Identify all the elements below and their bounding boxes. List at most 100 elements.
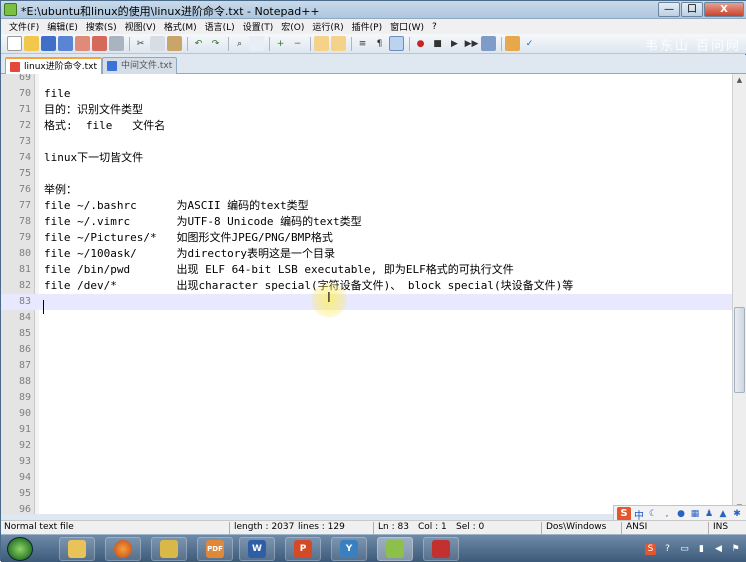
editor-line[interactable]: 93 [1, 454, 732, 470]
tab-intermediate-file[interactable]: 中间文件.txt [102, 57, 178, 74]
save-icon[interactable] [41, 36, 56, 51]
menu-file[interactable]: 文件(F) [5, 20, 43, 33]
taskbar-firefox[interactable] [105, 537, 141, 561]
menu-settings[interactable]: 设置(T) [239, 20, 278, 33]
editor-line[interactable]: 94 [1, 470, 732, 486]
wrap-icon[interactable]: ≡ [355, 36, 370, 51]
menu-language[interactable]: 语言(L) [201, 20, 239, 33]
close-button[interactable]: X [704, 2, 744, 17]
tools-icon[interactable]: ✱ [732, 509, 742, 519]
indent-guide-icon[interactable] [389, 36, 404, 51]
editor-line[interactable]: 92 [1, 438, 732, 454]
redo-icon[interactable]: ↷ [208, 36, 223, 51]
paste-icon[interactable] [167, 36, 182, 51]
editor-line[interactable]: 70 file [1, 86, 732, 102]
save-all-icon[interactable] [58, 36, 73, 51]
sync-h-icon[interactable] [331, 36, 346, 51]
flag-icon[interactable]: ⚑ [730, 544, 741, 555]
menu-plugins[interactable]: 插件(P) [348, 20, 386, 33]
moon-icon[interactable]: ☾ [648, 509, 658, 519]
menu-view[interactable]: 视图(V) [121, 20, 160, 33]
editor-line[interactable]: 83 [1, 294, 732, 310]
minimize-button[interactable]: — [658, 2, 680, 17]
scroll-thumb[interactable] [734, 307, 745, 393]
shirt-icon[interactable]: ▲ [718, 509, 728, 519]
print-icon[interactable] [109, 36, 124, 51]
editor-line[interactable]: 74 linux下一切皆文件 [1, 150, 732, 166]
menu-format[interactable]: 格式(M) [160, 20, 201, 33]
volume-icon[interactable]: ◀ [713, 544, 724, 555]
text-editor[interactable]: 69 70 file 71 目的：识别文件类型 72 格式: file 文件名 73 74 lin… [1, 74, 732, 514]
keyboard-icon[interactable]: ▦ [690, 509, 700, 519]
editor-line[interactable]: 95 [1, 486, 732, 502]
plugin-icon[interactable]: ✓ [522, 36, 537, 51]
menu-window[interactable]: 窗口(W) [386, 20, 428, 33]
vertical-scrollbar[interactable]: ▲ ▼ [732, 74, 746, 514]
taskbar-powerpoint[interactable]: P [285, 537, 321, 561]
editor-line[interactable]: 85 [1, 326, 732, 342]
title-bar[interactable]: *E:\ubuntu和linux的使用\linux进阶命令.txt - Note… [1, 1, 746, 19]
editor-line[interactable]: 73 [1, 134, 732, 150]
editor-line[interactable]: 87 [1, 358, 732, 374]
scroll-up-icon[interactable]: ▲ [733, 74, 746, 87]
editor-line[interactable]: 90 [1, 406, 732, 422]
save-macro-icon[interactable] [481, 36, 496, 51]
start-button[interactable] [7, 537, 33, 561]
taskbar-explorer[interactable] [59, 537, 95, 561]
editor-line[interactable]: 91 [1, 422, 732, 438]
play-icon[interactable]: ▶ [447, 36, 462, 51]
stop-icon[interactable]: ■ [430, 36, 445, 51]
undo-icon[interactable]: ↶ [191, 36, 206, 51]
punctuation-icon[interactable]: , [662, 509, 672, 519]
find-icon[interactable]: ⌕ [232, 36, 247, 51]
taskbar-app3[interactable] [151, 537, 187, 561]
close-icon[interactable] [75, 36, 90, 51]
network-icon[interactable]: ▭ [679, 544, 690, 555]
zoom-out-icon[interactable]: − [290, 36, 305, 51]
menu-run[interactable]: 运行(R) [308, 20, 347, 33]
taskbar-app7[interactable]: Y [331, 537, 367, 561]
menu-macro[interactable]: 宏(O) [277, 20, 308, 33]
microphone-icon[interactable]: ● [676, 509, 686, 519]
sogou-logo-icon[interactable]: S [617, 507, 631, 521]
editor-line[interactable]: 89 [1, 390, 732, 406]
editor-line[interactable]: 80 file ~/100ask/ 为directory表明这是一个目录 [1, 246, 732, 262]
close-all-icon[interactable] [92, 36, 107, 51]
zoom-in-icon[interactable]: + [273, 36, 288, 51]
maximize-button[interactable]: 口 [681, 2, 703, 17]
ime-tray-icon[interactable]: S [645, 543, 656, 555]
all-chars-icon[interactable]: ¶ [372, 36, 387, 51]
editor-line[interactable]: 78 file ~/.vimrc 为UTF-8 Unicode 编码的text类型 [1, 214, 732, 230]
editor-line[interactable]: 75 [1, 166, 732, 182]
taskbar-pdf[interactable]: PDF [197, 537, 233, 561]
open-file-icon[interactable] [24, 36, 39, 51]
taskbar-app9[interactable] [423, 537, 459, 561]
tab-linux-commands[interactable]: linux进阶命令.txt [5, 57, 102, 74]
sync-v-icon[interactable] [314, 36, 329, 51]
battery-icon[interactable]: ▮ [696, 544, 707, 555]
editor-line[interactable]: 79 file ~/Pictures/* 如图形文件JPEG/PNG/BMP格式 [1, 230, 732, 246]
menu-edit[interactable]: 编辑(E) [43, 20, 82, 33]
editor-line[interactable]: 76 举例： [1, 182, 732, 198]
editor-line[interactable]: 77 file ~/.bashrc 为ASCII 编码的text类型 [1, 198, 732, 214]
editor-line[interactable]: 69 [1, 74, 732, 86]
taskbar-word[interactable]: W [239, 537, 275, 561]
editor-line[interactable]: 84 [1, 310, 732, 326]
menu-search[interactable]: 搜索(S) [82, 20, 121, 33]
taskbar-notepad-plus-plus[interactable] [377, 537, 413, 561]
editor-line[interactable]: 72 格式: file 文件名 [1, 118, 732, 134]
play-multi-icon[interactable]: ▶▶ [464, 36, 479, 51]
menu-help[interactable]: ? [428, 22, 441, 32]
user-icon[interactable]: ♟ [704, 509, 714, 519]
copy-icon[interactable] [150, 36, 165, 51]
help-icon[interactable]: ? [662, 544, 673, 555]
editor-line[interactable]: 86 [1, 342, 732, 358]
editor-line[interactable]: 71 目的：识别文件类型 [1, 102, 732, 118]
spell-icon[interactable] [505, 36, 520, 51]
editor-line[interactable]: 88 [1, 374, 732, 390]
cut-icon[interactable]: ✂ [133, 36, 148, 51]
new-file-icon[interactable] [7, 36, 22, 51]
editor-line[interactable]: 81 file /bin/pwd 出现 ELF 64-bit LSB execut… [1, 262, 732, 278]
editor-line[interactable]: 82 file /dev/* 出现character special(字符设备文件… [1, 278, 732, 294]
record-icon[interactable]: ● [413, 36, 428, 51]
